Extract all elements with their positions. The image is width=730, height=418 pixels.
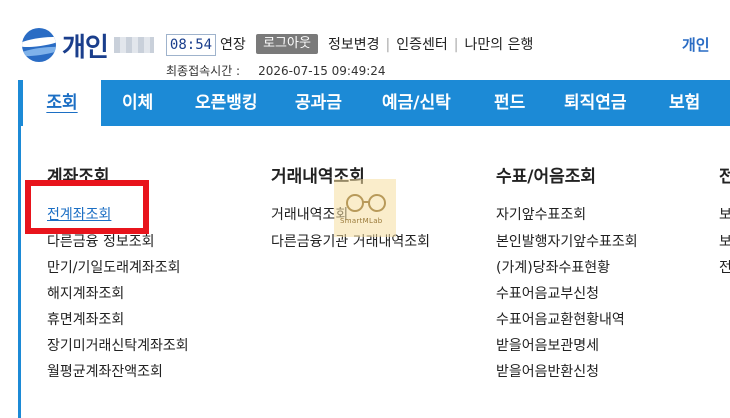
menu-link-check-issue-request[interactable]: 수표어음교부신청 [496, 283, 599, 303]
utility-links: 정보변경 | 인증센터 | 나만의 은행 [328, 34, 533, 56]
menu-link-partial-1[interactable]: 보 [719, 204, 730, 224]
menu-link-bill-return[interactable]: 받을어음반환신청 [496, 361, 599, 381]
nav-item-deposit-trust[interactable]: 예금/신탁 [382, 80, 451, 126]
menu-link-other-finance[interactable]: 다른금융 정보조회 [47, 231, 155, 251]
top-header: 개인 08:54 연장 로그아웃 정보변경 | 인증센터 | 나만의 은행 최종… [0, 0, 730, 80]
extend-session-button[interactable]: 연장 [220, 34, 246, 56]
menu-link-monthly-balance[interactable]: 월평균계좌잔액조회 [47, 361, 163, 381]
nav-item-transfer[interactable]: 이체 [122, 80, 153, 126]
menu-link-dormant-accounts[interactable]: 휴면계좌조회 [47, 309, 124, 329]
menu-column-title-partial: 전 [719, 167, 730, 187]
personal-tab[interactable]: 개인 [682, 34, 710, 56]
watermark-text: SmartMLab [340, 217, 383, 225]
nav-item-utility-bills[interactable]: 공과금 [295, 80, 342, 126]
menu-link-own-issued-check[interactable]: 본인발행자기앞수표조회 [496, 231, 638, 251]
menu-link-partial-3[interactable]: 전 [719, 257, 730, 277]
last-login-label: 최종접속시간 : [166, 64, 241, 78]
menu-link-long-term-trust[interactable]: 장기미거래신탁계좌조회 [47, 335, 189, 355]
bank-logo-icon [22, 28, 56, 62]
logout-button[interactable]: 로그아웃 [256, 34, 318, 54]
divider: | [453, 37, 459, 53]
util-link-cert-center[interactable]: 인증센터 [396, 34, 448, 56]
nav-left-edge [0, 80, 18, 126]
watermark-logo: SmartMLab [334, 179, 396, 237]
util-link-my-bank[interactable]: 나만의 은행 [465, 34, 534, 56]
menu-link-current-check-status[interactable]: (가계)당좌수표현황 [496, 257, 610, 277]
bank-logo[interactable]: 개인 [22, 27, 154, 63]
menu-link-closed-accounts[interactable]: 해지계좌조회 [47, 283, 124, 303]
util-link-info-change[interactable]: 정보변경 [328, 34, 380, 56]
divider: | [385, 37, 391, 53]
nav-item-open-banking[interactable]: 오픈뱅킹 [195, 80, 258, 126]
inquiry-mega-menu: 계좌조회 전계좌조회 다른금융 정보조회 만기/기일도래계좌조회 해지계좌조회 … [18, 126, 730, 418]
nav-item-fund[interactable]: 펀드 [494, 80, 525, 126]
highlight-annotation-box [25, 180, 149, 234]
glasses-icon [346, 194, 386, 212]
masked-user-name [113, 37, 154, 53]
menu-link-cashier-check[interactable]: 자기앞수표조회 [496, 204, 586, 224]
last-login-info: 최종접속시간 : 2026-07-15 09:49:24 [166, 62, 386, 79]
nav-item-pension[interactable]: 퇴직연금 [564, 80, 627, 126]
session-timer: 08:54 [166, 34, 216, 56]
menu-link-partial-2[interactable]: 보 [719, 231, 730, 251]
menu-link-maturity[interactable]: 만기/기일도래계좌조회 [47, 257, 181, 277]
menu-link-bill-custody[interactable]: 받을어음보관명세 [496, 335, 599, 355]
nav-item-inquiry[interactable]: 조회 [22, 80, 102, 126]
logo-text: 개인 [62, 32, 109, 63]
menu-link-check-exchange-status[interactable]: 수표어음교환현황내역 [496, 309, 625, 329]
last-login-value: 2026-07-15 09:49:24 [258, 64, 386, 78]
menu-column-title-checks: 수표/어음조회 [496, 167, 597, 187]
main-nav: 조회 이체 오픈뱅킹 공과금 예금/신탁 펀드 퇴직연금 보험 [18, 80, 730, 126]
nav-item-insurance[interactable]: 보험 [669, 80, 700, 126]
